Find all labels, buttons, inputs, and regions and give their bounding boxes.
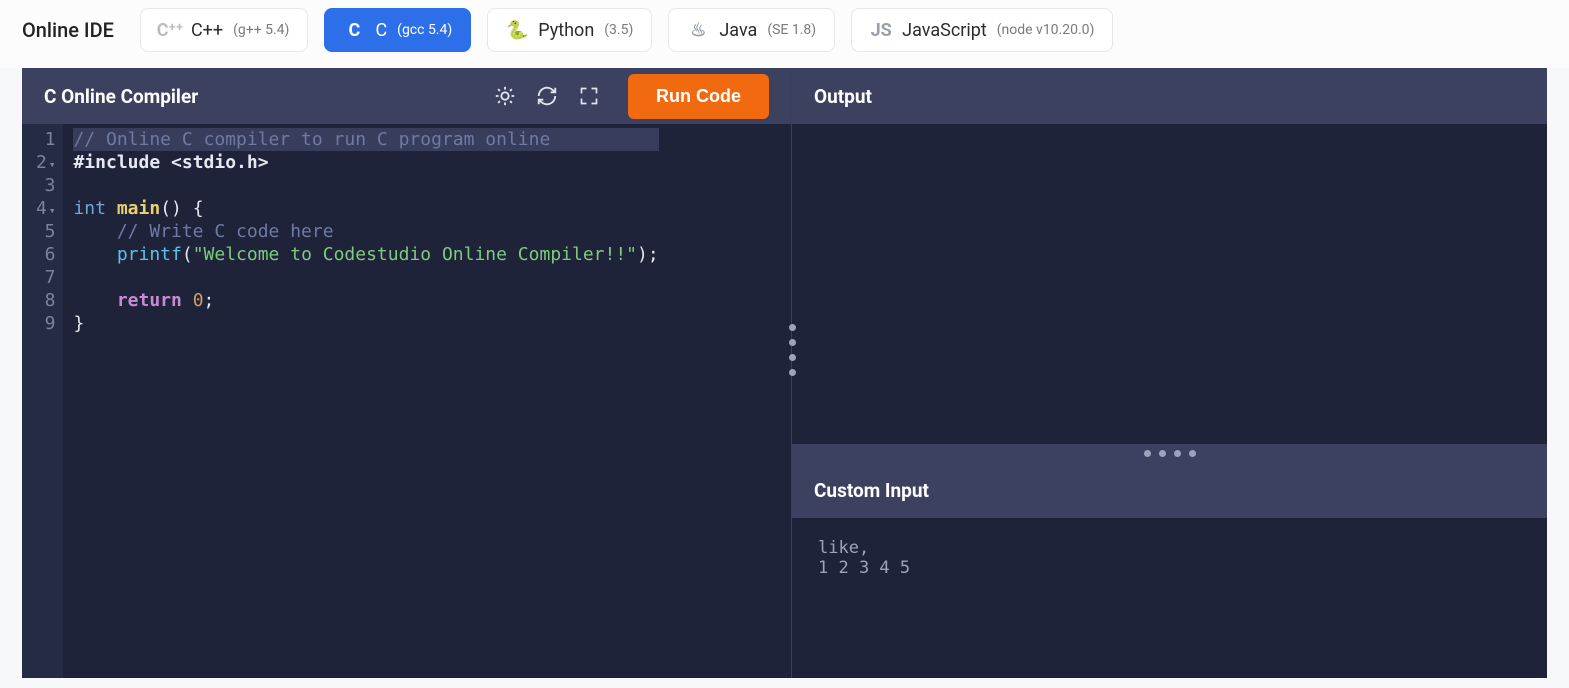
fullscreen-icon[interactable] <box>574 81 604 111</box>
editor-title: C Online Compiler <box>44 85 198 108</box>
code-line[interactable] <box>73 266 658 289</box>
code-editor[interactable]: 123456789 // Online C compiler to run C … <box>22 124 791 678</box>
run-code-button[interactable]: Run Code <box>628 74 769 119</box>
code-line[interactable] <box>73 174 658 197</box>
line-number-gutter: 123456789 <box>22 124 63 678</box>
code-line[interactable]: printf("Welcome to Codestudio Online Com… <box>73 243 658 266</box>
code-line[interactable]: return 0; <box>73 289 658 312</box>
language-version: (3.5) <box>604 22 633 38</box>
c-icon: C <box>343 19 365 41</box>
horizontal-split-handle[interactable] <box>792 444 1547 462</box>
workspace: C Online Compiler <box>22 68 1547 678</box>
code-line[interactable]: } <box>73 312 658 335</box>
custom-input-title: Custom Input <box>814 479 929 502</box>
language-tab-java[interactable]: ♨ Java (SE 1.8) <box>668 8 835 52</box>
line-number: 2 <box>36 151 55 174</box>
language-version: (gcc 5.4) <box>397 22 452 38</box>
code-line[interactable]: // Online C compiler to run C program on… <box>73 128 658 151</box>
language-tabs: C⁺⁺ C++ (g++ 5.4) CC (gcc 5.4) 🐍 Python (3.5) ♨ J… <box>140 8 1113 52</box>
output-title: Output <box>814 85 872 108</box>
line-number: 5 <box>36 220 55 243</box>
custom-input-body[interactable]: like, 1 2 3 4 5 <box>792 518 1547 678</box>
language-tab-python[interactable]: 🐍 Python (3.5) <box>487 8 652 52</box>
brand-title: Online IDE <box>22 18 114 42</box>
vertical-split-handle[interactable] <box>785 324 799 376</box>
language-name: Python <box>538 20 594 41</box>
editor-header: C Online Compiler <box>22 68 791 124</box>
line-number: 7 <box>36 266 55 289</box>
language-tab-javascript[interactable]: JS JavaScript (node v10.20.0) <box>851 8 1113 52</box>
line-number: 1 <box>36 128 55 151</box>
custom-input-header: Custom Input <box>792 462 1547 518</box>
output-body <box>792 124 1547 444</box>
code-content[interactable]: // Online C compiler to run C program on… <box>63 124 668 678</box>
line-number: 8 <box>36 289 55 312</box>
language-name: C <box>375 20 387 41</box>
language-name: C++ <box>191 20 223 41</box>
line-number: 9 <box>36 312 55 335</box>
topbar: Online IDE C⁺⁺ C++ (g++ 5.4) CC (gcc 5.4) 🐍 Py… <box>0 0 1569 68</box>
language-name: JavaScript <box>902 20 987 41</box>
cpp-icon: C⁺⁺ <box>159 19 181 41</box>
language-tab-cpp[interactable]: C⁺⁺ C++ (g++ 5.4) <box>140 8 308 52</box>
editor-pane: C Online Compiler <box>22 68 792 678</box>
javascript-icon: JS <box>870 19 892 41</box>
java-icon: ♨ <box>687 19 709 41</box>
code-line[interactable]: int main() { <box>73 197 658 220</box>
python-icon: 🐍 <box>506 19 528 41</box>
language-version: (g++ 5.4) <box>233 22 289 38</box>
language-version: (node v10.20.0) <box>997 22 1095 38</box>
line-number: 6 <box>36 243 55 266</box>
code-line[interactable]: #include <stdio.h> <box>73 151 658 174</box>
line-number: 3 <box>36 174 55 197</box>
language-version: (SE 1.8) <box>767 22 816 38</box>
line-number: 4 <box>36 197 55 220</box>
code-line[interactable]: // Write C code here <box>73 220 658 243</box>
language-tab-c[interactable]: CC (gcc 5.4) <box>324 8 471 52</box>
theme-toggle-icon[interactable] <box>490 81 520 111</box>
language-name: Java <box>719 20 757 41</box>
reset-icon[interactable] <box>532 81 562 111</box>
output-header: Output <box>792 68 1547 124</box>
right-pane: Output Custom Input like, 1 2 3 4 5 <box>792 68 1547 678</box>
